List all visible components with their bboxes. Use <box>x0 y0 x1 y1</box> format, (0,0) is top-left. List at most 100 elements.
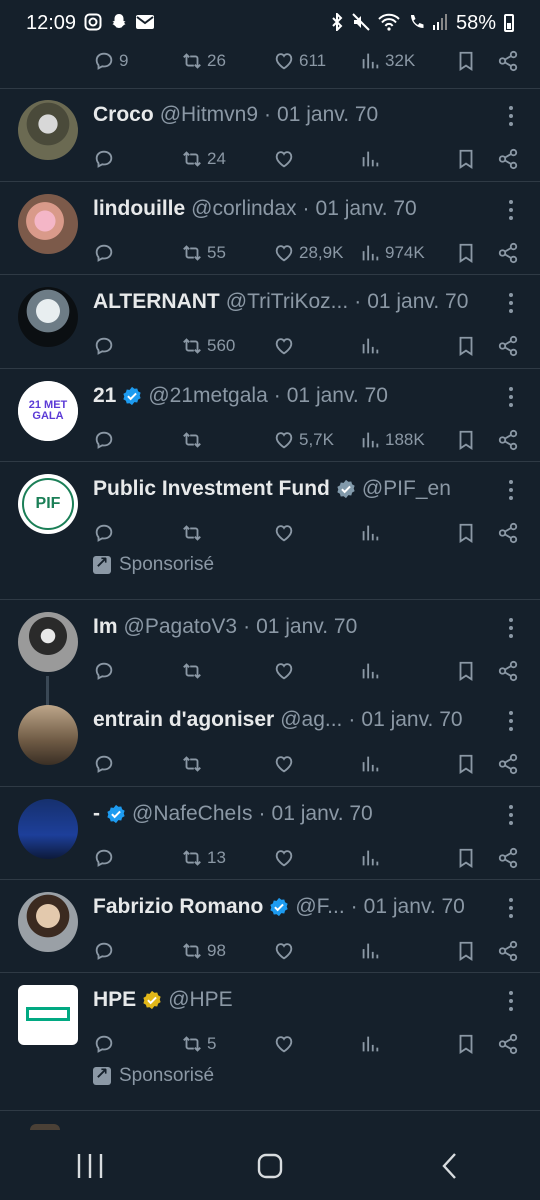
bookmark-button[interactable] <box>455 522 497 544</box>
display-name[interactable]: ALTERNANT <box>93 290 220 314</box>
more-options-icon[interactable] <box>508 387 514 407</box>
views-button[interactable]: 188K <box>359 429 455 451</box>
reply-button[interactable] <box>93 148 181 170</box>
user-handle[interactable]: @corlindax <box>191 197 296 221</box>
more-options-icon[interactable] <box>508 805 514 825</box>
views-button[interactable] <box>359 335 455 357</box>
user-handle[interactable]: @PIF_en <box>362 477 451 501</box>
reply-button[interactable] <box>93 1033 181 1055</box>
like-button[interactable] <box>273 660 359 682</box>
tweet[interactable]: ALTERNANT @TriTriKoz... · 01 janv. 70 560 <box>0 275 540 369</box>
reply-button[interactable] <box>93 660 181 682</box>
display-name[interactable]: Fabrizio Romano <box>93 895 263 919</box>
reply-button[interactable] <box>93 242 181 264</box>
tweet[interactable]: HPE @HPE 5 Sponsorisé <box>0 973 540 1111</box>
reply-button[interactable] <box>93 522 181 544</box>
reply-button[interactable] <box>93 335 181 357</box>
like-button[interactable] <box>273 148 359 170</box>
share-button[interactable] <box>497 940 527 962</box>
display-name[interactable]: Public Investment Fund <box>93 477 330 501</box>
like-button[interactable] <box>273 522 359 544</box>
share-button[interactable] <box>497 242 527 264</box>
bookmark-button[interactable] <box>455 50 497 72</box>
display-name[interactable]: HPE <box>93 988 136 1012</box>
reply-button[interactable] <box>93 753 181 775</box>
display-name[interactable]: lindouille <box>93 197 185 221</box>
user-handle[interactable]: @21metgala <box>148 384 267 408</box>
retweet-button[interactable] <box>181 429 273 451</box>
like-button[interactable] <box>273 753 359 775</box>
tweet[interactable]: entrain d'agoniser @ag... · 01 janv. 70 <box>0 693 540 787</box>
share-button[interactable] <box>497 847 527 869</box>
avatar[interactable] <box>18 612 78 672</box>
views-button[interactable]: 32K <box>359 50 455 72</box>
like-button[interactable]: 5,7K <box>273 429 359 451</box>
retweet-button[interactable]: 98 <box>181 940 273 962</box>
tweet[interactable]: Croco @Hitmvn9 · 01 janv. 70 24 <box>0 88 540 182</box>
avatar[interactable] <box>18 287 78 347</box>
reply-button[interactable] <box>93 429 181 451</box>
avatar[interactable]: 21 MET GALA <box>18 381 78 441</box>
bookmark-button[interactable] <box>455 940 497 962</box>
bookmark-button[interactable] <box>455 1033 497 1055</box>
tweet[interactable]: 21 MET GALA 21 @21metgala · 01 janv. 70 5,7K 1… <box>0 369 540 462</box>
views-button[interactable] <box>359 847 455 869</box>
user-handle[interactable]: @HPE <box>168 988 233 1012</box>
bookmark-button[interactable] <box>455 429 497 451</box>
tweet[interactable]: lindouille @corlindax · 01 janv. 70 55 28,9K 9… <box>0 182 540 275</box>
user-handle[interactable]: @F... <box>295 895 344 919</box>
share-button[interactable] <box>497 148 527 170</box>
back-button[interactable] <box>420 1146 480 1186</box>
user-handle[interactable]: @Hitmvn9 <box>160 103 258 127</box>
user-handle[interactable]: @TriTriKoz... <box>226 290 348 314</box>
display-name[interactable]: - <box>93 802 100 826</box>
reply-button[interactable] <box>93 847 181 869</box>
retweet-button[interactable]: 13 <box>181 847 273 869</box>
user-handle[interactable]: @PagatoV3 <box>124 615 238 639</box>
retweet-button[interactable] <box>181 522 273 544</box>
more-options-icon[interactable] <box>508 618 514 638</box>
views-button[interactable] <box>359 522 455 544</box>
tweet[interactable]: Im @PagatoV3 · 01 janv. 70 <box>0 600 540 693</box>
views-button[interactable] <box>359 940 455 962</box>
share-button[interactable] <box>497 660 527 682</box>
reply-button[interactable]: 9 <box>93 50 181 72</box>
retweet-button[interactable]: 5 <box>181 1033 273 1055</box>
more-options-icon[interactable] <box>508 898 514 918</box>
like-button[interactable] <box>273 1033 359 1055</box>
more-options-icon[interactable] <box>508 200 514 220</box>
retweet-button[interactable]: 55 <box>181 242 273 264</box>
bookmark-button[interactable] <box>455 148 497 170</box>
retweet-button[interactable] <box>181 660 273 682</box>
more-options-icon[interactable] <box>508 106 514 126</box>
display-name[interactable]: 21 <box>93 384 116 408</box>
avatar[interactable]: PIF <box>18 474 78 534</box>
retweet-button[interactable]: 26 <box>181 50 273 72</box>
avatar[interactable] <box>18 985 78 1045</box>
views-button[interactable] <box>359 148 455 170</box>
share-button[interactable] <box>497 522 527 544</box>
avatar[interactable] <box>18 100 78 160</box>
avatar[interactable] <box>18 705 78 765</box>
share-button[interactable] <box>497 429 527 451</box>
share-button[interactable] <box>497 753 527 775</box>
user-handle[interactable]: @NafeCheIs <box>132 802 253 826</box>
recent-apps-button[interactable] <box>60 1146 120 1186</box>
views-button[interactable]: 974K <box>359 242 455 264</box>
like-button[interactable] <box>273 847 359 869</box>
more-options-icon[interactable] <box>508 480 514 500</box>
user-handle[interactable]: @ag... <box>280 708 342 732</box>
avatar[interactable] <box>18 892 78 952</box>
avatar[interactable] <box>18 194 78 254</box>
home-button[interactable] <box>240 1146 300 1186</box>
share-button[interactable] <box>497 335 527 357</box>
display-name[interactable]: entrain d'agoniser <box>93 708 274 732</box>
views-button[interactable] <box>359 1033 455 1055</box>
more-options-icon[interactable] <box>508 293 514 313</box>
retweet-button[interactable]: 24 <box>181 148 273 170</box>
like-button[interactable] <box>273 940 359 962</box>
retweet-button[interactable]: 560 <box>181 335 273 357</box>
bookmark-button[interactable] <box>455 660 497 682</box>
views-button[interactable] <box>359 753 455 775</box>
views-button[interactable] <box>359 660 455 682</box>
